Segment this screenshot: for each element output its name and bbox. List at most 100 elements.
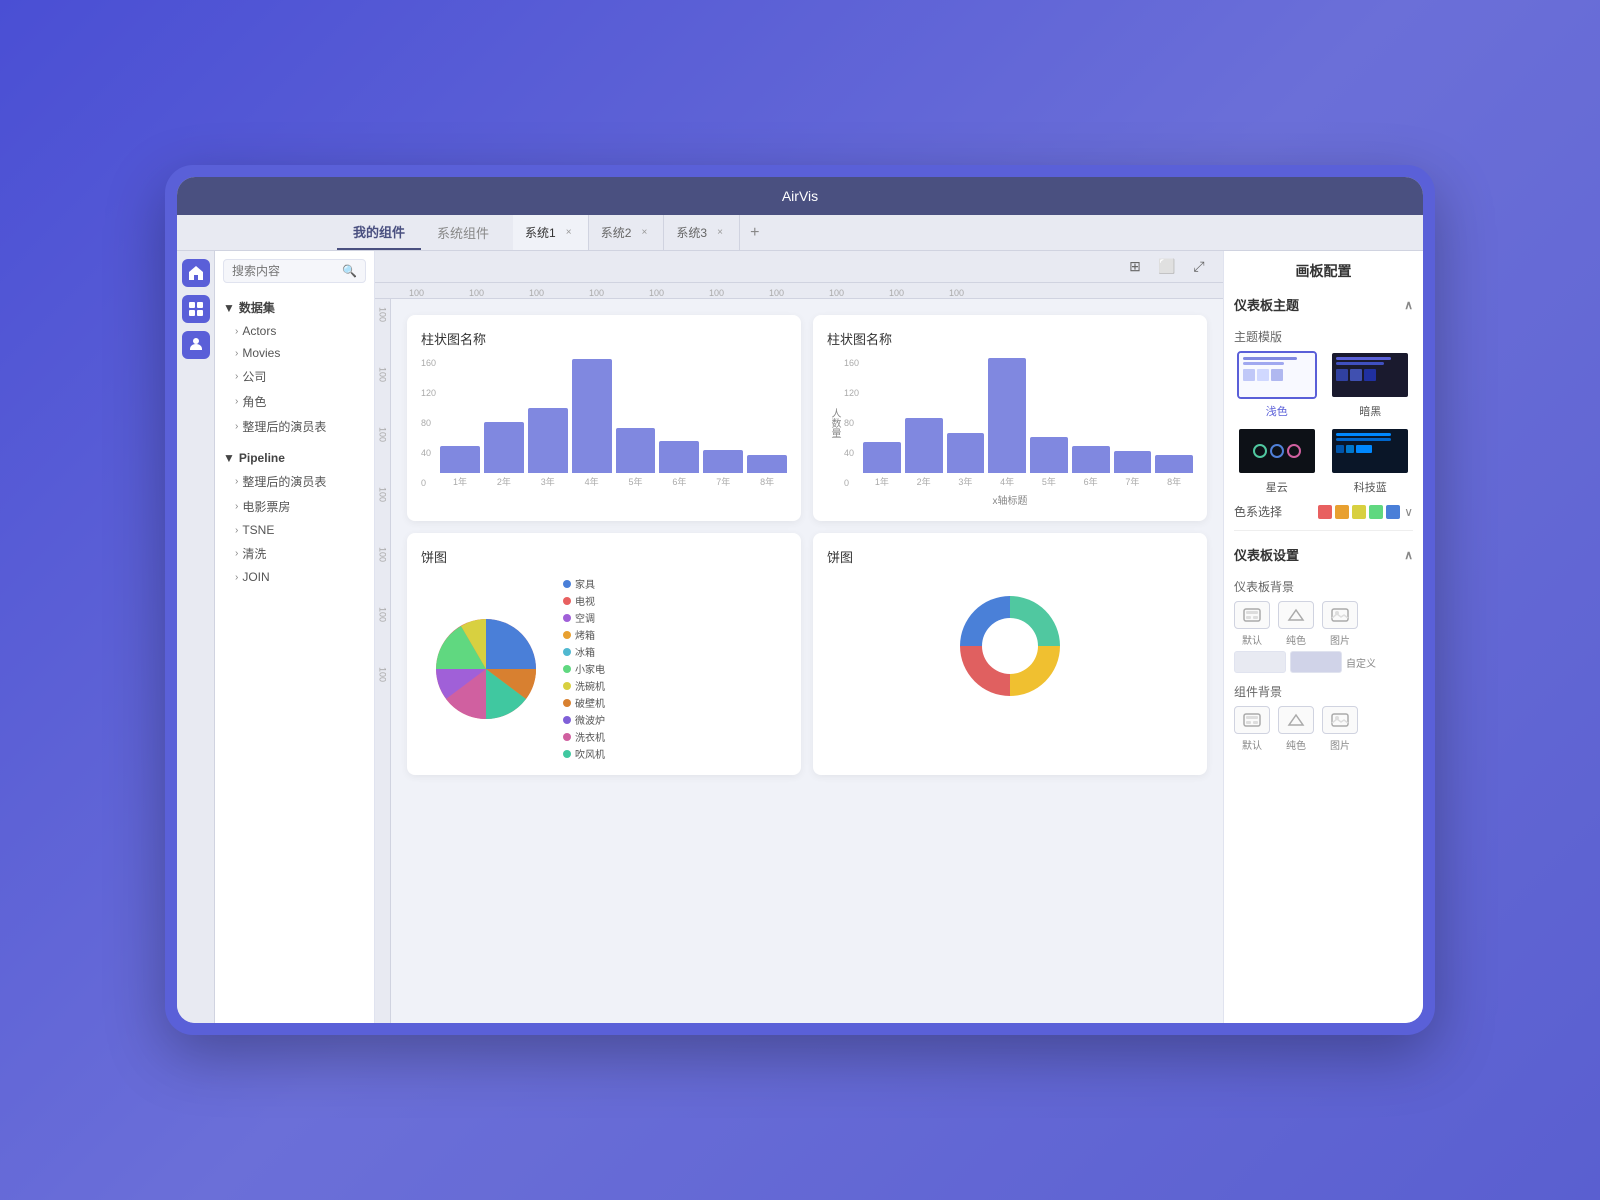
pipeline-item-2[interactable]: › TSNE [215, 519, 374, 541]
bg-label-solid: 纯色 [1286, 632, 1306, 647]
tree-item-actors-label: Actors [242, 324, 276, 338]
tab-page-2-label: 系统2 [601, 224, 632, 241]
tab-close-2[interactable]: × [637, 226, 651, 240]
canvas-toolbar: ⊞ ⬜ ⤢ [375, 251, 1223, 283]
tree-item-company-label: 公司 [242, 368, 266, 385]
pie-chart-1-svg [421, 604, 551, 734]
right-panel: 画板配置 仪表板主题 ∧ 主题模版 [1223, 251, 1423, 1023]
widget-bg-option-image[interactable]: 图片 [1322, 706, 1358, 752]
tab-page-3[interactable]: 系统3 × [664, 215, 740, 250]
grid-view-button[interactable]: ⊞ [1123, 255, 1147, 279]
theme-tech[interactable]: 科技蓝 [1328, 427, 1414, 495]
ruler-marks-top: 100 100 100 100 100 100 100 100 100 100 [407, 288, 1007, 298]
tree-item-cleaned-actors[interactable]: › 整理后的演员表 [215, 414, 374, 439]
color-swatches-wrapper[interactable]: ∨ [1318, 505, 1413, 519]
pipeline-item-1[interactable]: › 电影票房 [215, 494, 374, 519]
search-box[interactable]: 🔍 [223, 259, 366, 283]
search-input[interactable] [232, 264, 338, 278]
search-icon: 🔍 [342, 264, 357, 278]
theme-light-preview [1237, 351, 1317, 399]
sidebar-icon-home[interactable] [182, 259, 210, 287]
bar-chart-1-area: 0 40 80 120 160 1年 [421, 358, 787, 488]
tree-item-cleaned-actors-arrow: › [235, 421, 238, 432]
panel-title: 画板配置 [1234, 261, 1413, 281]
pie-chart-1-title: 饼图 [421, 547, 787, 566]
tab-page-1[interactable]: 系统1 × [513, 215, 589, 250]
settings-section-label: 仪表板设置 [1234, 545, 1299, 564]
pipeline-section: ▼ Pipeline › 整理后的演员表 › 电影票房 › TSNE [215, 443, 374, 592]
bar-4 [616, 428, 656, 474]
dashboard-bg-options: 默认 纯色 图片 [1234, 601, 1413, 647]
theme-tech-label: 科技蓝 [1354, 479, 1387, 495]
pipeline-item-3[interactable]: › 清洗 [215, 541, 374, 566]
tree-item-actors[interactable]: › Actors [215, 320, 374, 342]
custom-color-box-2[interactable] [1290, 651, 1342, 673]
canvas-area: ⊞ ⬜ ⤢ 100 100 100 100 100 100 100 100 [375, 251, 1223, 1023]
left-panel: 🔍 ▼ 数据集 › Actors › Movies [215, 251, 375, 1023]
bar-2 [528, 408, 568, 473]
bar-col-6: 7年 [703, 358, 743, 488]
bg-option-default[interactable]: 默认 [1234, 601, 1270, 647]
color-swatches [1318, 505, 1400, 519]
tree-item-role[interactable]: › 角色 [215, 389, 374, 414]
bar-chart-1: 柱状图名称 0 40 80 120 160 [407, 315, 801, 521]
theme-nebula-preview [1237, 427, 1317, 475]
swatch-yellow [1352, 505, 1366, 519]
pie-chart-1-legend: 家具 电视 空调 烤箱 冰箱 小家电 洗碗机 破壁机 微波炉 洗衣机 [563, 576, 605, 761]
tree-item-company[interactable]: › 公司 [215, 364, 374, 389]
swatch-green [1369, 505, 1383, 519]
bar-col-2: 3年 [528, 358, 568, 488]
theme-section-header[interactable]: 仪表板主题 ∧ [1234, 289, 1413, 320]
tree-item-movies[interactable]: › Movies [215, 342, 374, 364]
sidebar-icon-data[interactable] [182, 331, 210, 359]
canvas-content: 柱状图名称 0 40 80 120 160 [391, 299, 1223, 1023]
pipeline-item-4[interactable]: › JOIN [215, 566, 374, 588]
pie-chart-1-wrapper: 家具 电视 空调 烤箱 冰箱 小家电 洗碗机 破壁机 微波炉 洗衣机 [421, 576, 787, 761]
swatch-red [1318, 505, 1332, 519]
fullscreen-button[interactable]: ⤢ [1187, 255, 1211, 279]
theme-options: 浅色 [1234, 351, 1413, 495]
bar-chart-1-bars: 1年 2年 3年 [440, 358, 787, 488]
bg-label-default: 默认 [1242, 632, 1262, 647]
tab-page-3-label: 系统3 [676, 224, 707, 241]
settings-section-header[interactable]: 仪表板设置 ∧ [1234, 539, 1413, 570]
tab-close-3[interactable]: × [713, 226, 727, 240]
bar-3 [572, 359, 612, 473]
theme-dark-label: 暗黑 [1359, 403, 1381, 419]
tab-close-1[interactable]: × [562, 226, 576, 240]
export-button[interactable]: ⬜ [1155, 255, 1179, 279]
tree-item-role-arrow: › [235, 396, 238, 407]
sidebar-icon-components[interactable] [182, 295, 210, 323]
widget-bg-icon-default [1234, 706, 1270, 734]
tab-sys-components[interactable]: 系统组件 [421, 215, 505, 250]
widget-bg-option-solid[interactable]: 纯色 [1278, 706, 1314, 752]
tab-add-button[interactable]: + [740, 215, 769, 250]
bg-option-image[interactable]: 图片 [1322, 601, 1358, 647]
theme-dark[interactable]: 暗黑 [1328, 351, 1414, 419]
bar-chart-2-y-label: 人数量 [827, 358, 842, 488]
bg-option-solid[interactable]: 纯色 [1278, 601, 1314, 647]
widget-bg-icon-image [1322, 706, 1358, 734]
theme-nebula[interactable]: 星云 [1234, 427, 1320, 495]
pipeline-item-0[interactable]: › 整理后的演员表 [215, 469, 374, 494]
bar-chart-2: 柱状图名称 人数量 0 40 80 120 160 [813, 315, 1207, 521]
widget-bg-title: 组件背景 [1234, 683, 1413, 700]
pipeline-header[interactable]: ▼ Pipeline [215, 447, 374, 469]
bar-col-4: 5年 [616, 358, 656, 488]
custom-color-boxes: 自定义 [1234, 651, 1413, 673]
dataset-header[interactable]: ▼ 数据集 [215, 295, 374, 320]
tab-my-components[interactable]: 我的组件 [337, 215, 421, 250]
bar-chart-1-title: 柱状图名称 [421, 329, 787, 348]
custom-color-box-1[interactable] [1234, 651, 1286, 673]
pie-chart-1: 饼图 [407, 533, 801, 775]
tab-page-2[interactable]: 系统2 × [589, 215, 665, 250]
widget-bg-icon-solid [1278, 706, 1314, 734]
theme-light[interactable]: 浅色 [1234, 351, 1320, 419]
bar-chart-2-x-label: x轴标题 [827, 492, 1193, 507]
title-bar: AirVis [177, 177, 1423, 215]
widget-bg-options: 默认 纯色 图片 [1234, 706, 1413, 752]
tree-item-movies-arrow: › [235, 348, 238, 359]
bar-col-5: 6年 [659, 358, 699, 488]
theme-section-arrow: ∧ [1404, 298, 1413, 312]
widget-bg-option-default[interactable]: 默认 [1234, 706, 1270, 752]
